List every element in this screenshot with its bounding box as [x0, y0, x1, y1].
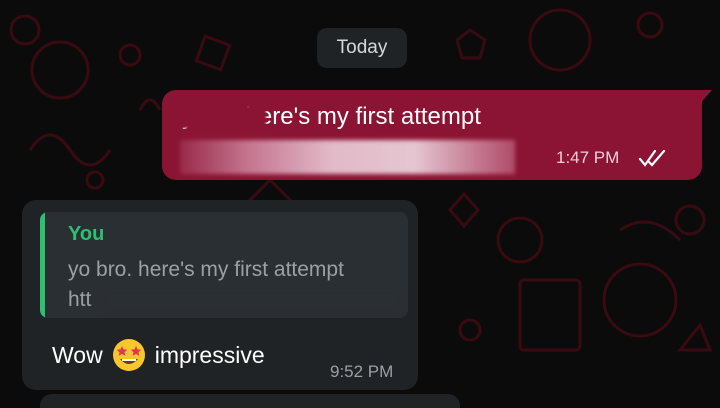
quoted-link: htt: [68, 288, 92, 311]
received-message-time: 9:52 PM: [330, 362, 394, 381]
reply-text: Wow impressive: [52, 337, 265, 373]
reply-before-emoji: Wow: [52, 341, 103, 368]
sent-message-time: 1:47 PM: [556, 148, 620, 167]
reply-after-emoji: impressive: [154, 341, 265, 368]
quote-accent-bar: [40, 212, 45, 318]
quoted-link-redaction: [102, 290, 402, 312]
quoted-text: yo bro. here's my first attempt: [68, 258, 344, 281]
next-message-bubble: [40, 394, 460, 408]
quoted-message[interactable]: You yo bro. here's my first attempt htt: [40, 212, 408, 318]
date-chip: Today: [317, 28, 407, 68]
quoted-author: You: [68, 223, 105, 245]
star-struck-emoji-icon: [112, 339, 145, 371]
double-check-read-icon: [638, 149, 666, 167]
redacted-link-overlay: [180, 140, 515, 174]
sent-bubble-tail: [698, 90, 712, 106]
redaction-overlay: [180, 106, 266, 128]
